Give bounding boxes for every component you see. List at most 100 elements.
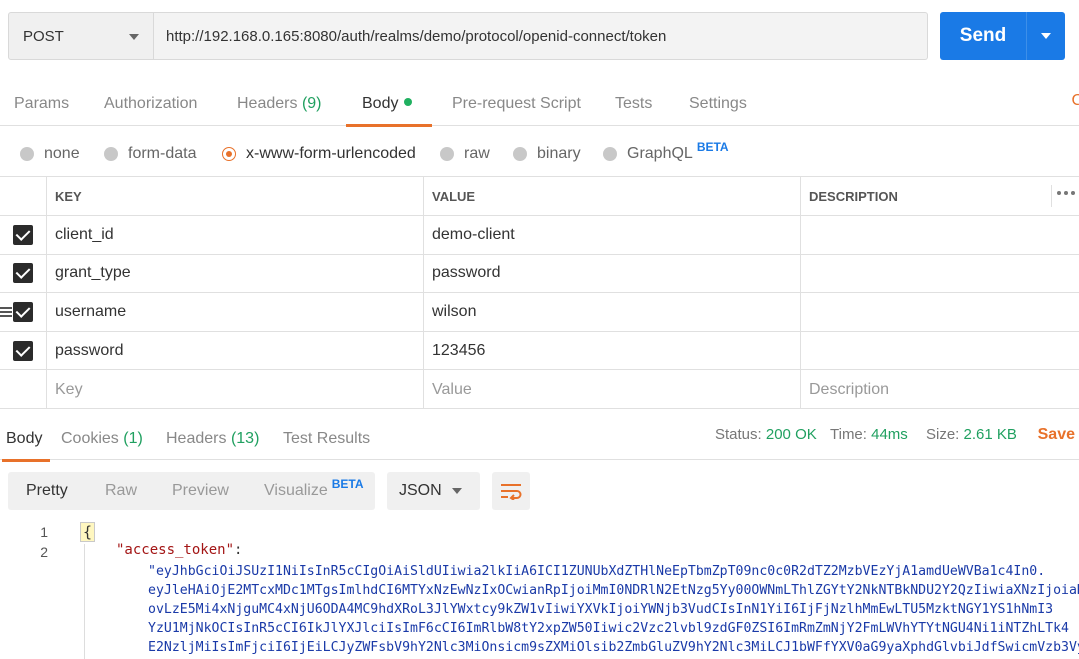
beta-badge: BETA (696, 140, 729, 154)
line-number: 1 (40, 524, 48, 540)
column-divider (1051, 185, 1052, 207)
view-visualize[interactable]: Visualize BETA (264, 472, 364, 510)
radio-circle-selected (222, 147, 236, 161)
tab-body[interactable]: Body (345, 84, 434, 127)
send-button-group: Send (940, 12, 1065, 60)
line-number: 2 (40, 544, 48, 560)
tab-cookies[interactable]: Cookies (1) (61, 419, 143, 461)
checkbox-cell (0, 255, 46, 293)
url-input[interactable]: http://192.168.0.165:8080/auth/realms/de… (154, 12, 928, 60)
method-label: POST (23, 27, 64, 45)
format-label: JSON (399, 482, 442, 499)
tab-settings[interactable]: Settings (689, 84, 747, 126)
time-label: Time: (830, 426, 867, 443)
json-key-text: "access_token" (116, 542, 235, 558)
tab-prerequest-script[interactable]: Pre-request Script (452, 84, 581, 126)
table-row: username wilson (0, 293, 1079, 332)
cookies-link-partial[interactable]: C (1071, 92, 1079, 110)
radio-none[interactable]: none (20, 140, 80, 168)
new-value-input[interactable]: Value (423, 370, 800, 409)
chevron-down-icon (1041, 33, 1051, 39)
more-options-icon[interactable] (1057, 191, 1075, 195)
radio-circle (440, 147, 454, 161)
tab-headers[interactable]: Headers (9) (237, 84, 322, 126)
tab-params[interactable]: Params (14, 84, 69, 126)
param-key[interactable]: password (46, 331, 423, 370)
radio-raw[interactable]: raw (440, 140, 490, 168)
body-type-selector: none form-data x-www-form-urlencoded raw… (20, 140, 1079, 168)
row-checkbox[interactable] (13, 301, 33, 322)
param-value[interactable]: 123456 (423, 331, 800, 370)
radio-label: none (44, 145, 80, 162)
method-select[interactable]: POST (8, 12, 154, 60)
chevron-down-icon (452, 488, 462, 494)
param-key[interactable]: grant_type (46, 254, 423, 293)
save-response-button[interactable]: Save (1038, 419, 1075, 451)
table-row: grant_type password (0, 254, 1079, 294)
view-pretty[interactable]: Pretty (26, 472, 68, 510)
param-description[interactable] (800, 254, 1079, 293)
tab-test-results[interactable]: Test Results (283, 419, 370, 461)
param-key[interactable]: client_id (46, 216, 423, 254)
send-options-button[interactable] (1027, 33, 1065, 39)
radio-circle (104, 147, 118, 161)
param-description[interactable] (800, 216, 1079, 254)
table-header-row: KEY VALUE DESCRIPTION (0, 177, 1079, 216)
view-raw[interactable]: Raw (105, 472, 137, 510)
status-value[interactable]: 200 OK (766, 426, 817, 443)
drag-handle-icon[interactable] (0, 307, 12, 318)
radio-x-www-form-urlencoded[interactable]: x-www-form-urlencoded (222, 140, 416, 168)
view-visualize-label: Visualize (264, 482, 328, 499)
send-button[interactable]: Send (940, 25, 1026, 47)
column-header-key: KEY (46, 177, 423, 215)
response-body-viewer[interactable]: 1 2 { "access_token": "eyJhbGciOiJSUzI1N… (0, 520, 1079, 659)
radio-form-data[interactable]: form-data (104, 140, 196, 168)
json-string-line: ovLzE5Mi4xNjguMC4xNjU6ODA4MC9hdXRoL3JlYW… (148, 602, 1054, 617)
format-select[interactable]: JSON (387, 472, 480, 510)
column-header-description: DESCRIPTION (800, 177, 1079, 215)
json-string-line: "eyJhbGciOiJSUzI1NiIsInR5cCIgOiAiSldUIiw… (148, 564, 1046, 579)
row-checkbox[interactable] (13, 224, 33, 245)
param-description[interactable] (800, 331, 1079, 370)
json-string-line: eyJleHAiOjE2MTcxMDc1MTgsImlhdCI6MTYxNzEw… (148, 583, 1079, 598)
checkbox-cell (0, 216, 46, 254)
tab-response-body[interactable]: Body (1, 419, 52, 462)
view-mode-bar: Pretty Raw Preview Visualize BETA (8, 472, 375, 510)
tab-headers-label: Headers (237, 95, 298, 112)
view-preview[interactable]: Preview (172, 472, 229, 510)
response-tabs: Body Cookies (1) Headers (13) Test Resul… (0, 408, 1079, 462)
json-colon: : (234, 542, 243, 558)
param-key[interactable]: username (46, 293, 423, 331)
tab-tests[interactable]: Tests (615, 84, 652, 126)
new-description-input[interactable]: Description (800, 370, 1079, 409)
wrap-lines-button[interactable] (492, 472, 530, 510)
radio-circle (603, 147, 617, 161)
radio-graphql[interactable]: GraphQL BETA (603, 140, 729, 168)
json-open-brace: { (80, 522, 96, 542)
time-value[interactable]: 44ms (871, 426, 908, 443)
wrap-lines-icon (501, 484, 522, 500)
row-checkbox[interactable] (13, 263, 33, 284)
radio-label: binary (537, 145, 581, 162)
size-label: Size: (926, 426, 960, 443)
param-value[interactable]: wilson (423, 293, 800, 331)
response-status: Status: 200 OK (715, 419, 817, 459)
column-header-description-label: DESCRIPTION (809, 188, 898, 204)
param-value[interactable]: demo-client (423, 216, 800, 254)
radio-circle (513, 147, 527, 161)
body-indicator-dot (404, 97, 413, 106)
cookies-count: (1) (123, 430, 143, 447)
tab-authorization[interactable]: Authorization (104, 84, 197, 126)
request-tabs: Params Authorization Headers (9) Body Pr… (0, 84, 1079, 127)
param-value[interactable]: password (423, 254, 800, 293)
header-checkbox-cell (0, 177, 46, 215)
param-description[interactable] (800, 293, 1079, 331)
row-checkbox[interactable] (13, 340, 33, 361)
size-value[interactable]: 2.61 KB (964, 426, 1017, 443)
tab-response-headers[interactable]: Headers (13) (166, 419, 259, 461)
status-label: Status: (715, 426, 762, 443)
new-key-input[interactable]: Key (46, 370, 423, 409)
chevron-down-icon (129, 34, 139, 40)
radio-binary[interactable]: binary (513, 140, 581, 168)
json-string-line: E2NzljMiIsImFjciI6IjEiLCJyZWFsbV9hY2Nlc3… (148, 640, 1079, 655)
